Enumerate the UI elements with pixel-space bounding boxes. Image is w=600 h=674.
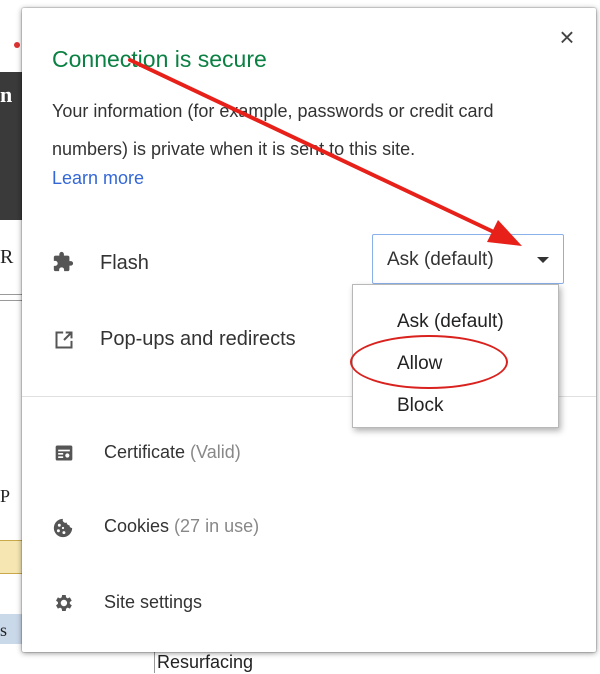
annotation-arrow bbox=[128, 58, 522, 246]
